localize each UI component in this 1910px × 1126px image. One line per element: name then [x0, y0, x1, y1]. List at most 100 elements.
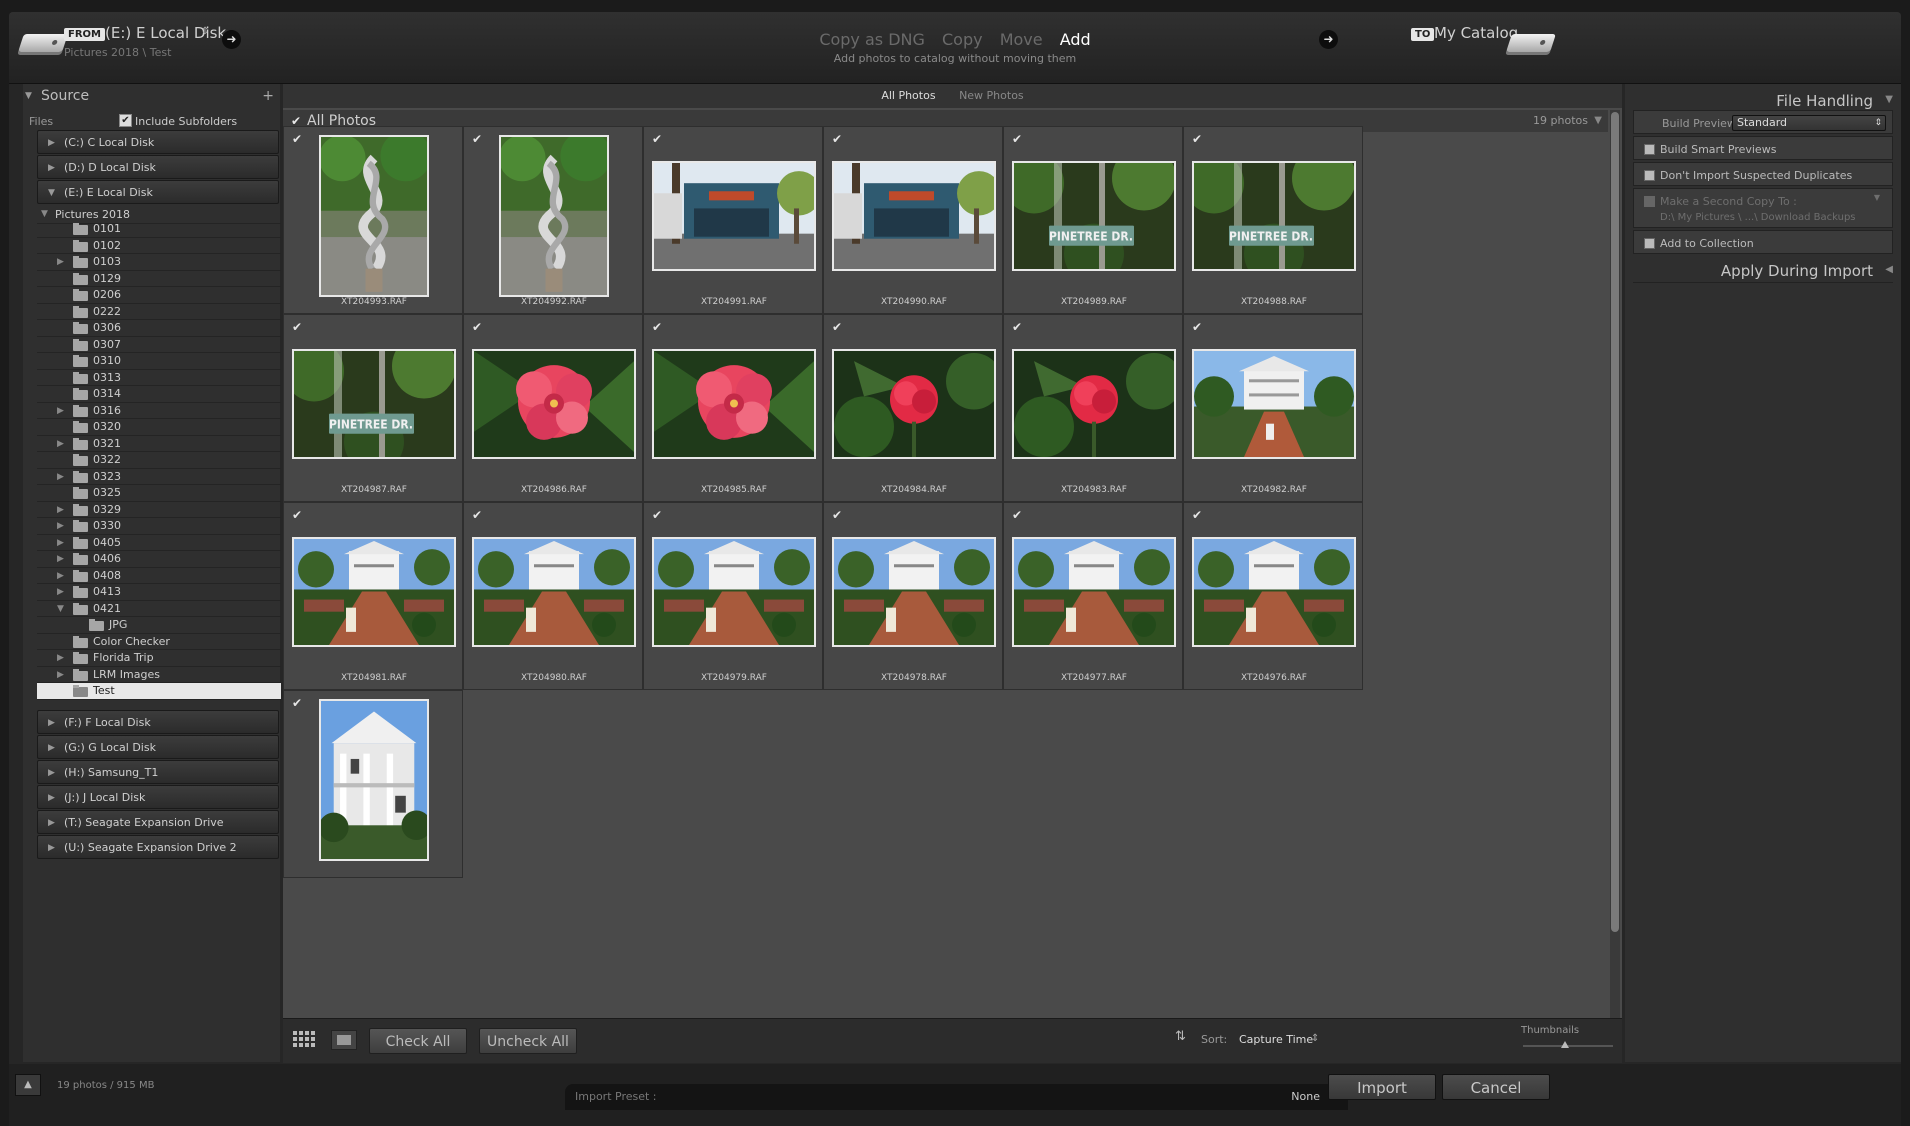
folder-item[interactable]: 0313: [37, 370, 281, 386]
collapsed-triangle-icon[interactable]: ▶: [48, 786, 55, 810]
photo-checkbox[interactable]: ✔: [652, 321, 665, 334]
photo-cell[interactable]: ✔: [283, 690, 463, 878]
folder-item[interactable]: ▶ 0408: [37, 568, 281, 584]
slider-handle[interactable]: [1561, 1041, 1569, 1048]
photo-cell[interactable]: ✔ XT204979.RAF: [643, 502, 823, 690]
apply-expand-icon[interactable]: ◀: [1885, 264, 1893, 275]
uncheck-all-button[interactable]: Uncheck All: [479, 1028, 577, 1054]
photo-thumbnail[interactable]: [832, 349, 996, 459]
photo-thumbnail[interactable]: [832, 537, 996, 647]
photo-cell[interactable]: ✔ XT204992.RAF: [463, 126, 643, 314]
photo-cell[interactable]: ✔ XT204984.RAF: [823, 314, 1003, 502]
to-destination[interactable]: My Catalog: [1434, 24, 1518, 42]
photo-cell[interactable]: ✔ XT204976.RAF: [1183, 502, 1363, 690]
folder-item[interactable]: ▶ Florida Trip: [37, 650, 281, 667]
folder-item[interactable]: 0306: [37, 320, 281, 337]
photo-checkbox[interactable]: ✔: [472, 509, 485, 522]
source-panel-header[interactable]: ▼ Source +: [23, 84, 280, 108]
photo-cell[interactable]: ✔ XT204980.RAF: [463, 502, 643, 690]
add-to-collection-checkbox[interactable]: [1644, 238, 1655, 249]
folder-item[interactable]: ▼ 0421: [37, 601, 281, 617]
photo-checkbox[interactable]: ✔: [832, 133, 845, 146]
tab-new-photos[interactable]: New Photos: [949, 89, 1034, 102]
build-smart-previews-checkbox[interactable]: [1644, 144, 1655, 155]
dont-import-duplicates-row[interactable]: Don't Import Suspected Duplicates: [1633, 162, 1893, 186]
build-smart-previews-row[interactable]: Build Smart Previews: [1633, 136, 1893, 160]
photo-thumbnail[interactable]: [1192, 537, 1356, 647]
collapsed-triangle-icon[interactable]: ▶: [57, 551, 64, 567]
import-button[interactable]: Import: [1328, 1074, 1436, 1100]
photo-checkbox[interactable]: ✔: [1012, 321, 1025, 334]
collapsed-triangle-icon[interactable]: ▶: [57, 502, 64, 518]
collapsed-triangle-icon[interactable]: ▶: [57, 403, 64, 419]
folder-item[interactable]: ▶ 0329: [37, 502, 281, 518]
destination-arrow-icon[interactable]: ➜: [1319, 30, 1338, 49]
collapsed-triangle-icon[interactable]: ▶: [57, 254, 64, 270]
collapsed-triangle-icon[interactable]: ▶: [48, 836, 55, 860]
photo-checkbox[interactable]: ✔: [832, 509, 845, 522]
folder-item[interactable]: 0325: [37, 485, 281, 502]
expanded-triangle-icon[interactable]: ▼: [48, 181, 55, 205]
collapsed-triangle-icon[interactable]: ▶: [48, 156, 55, 180]
photo-checkbox[interactable]: ✔: [1012, 509, 1025, 522]
cancel-button[interactable]: Cancel: [1442, 1074, 1550, 1100]
photo-cell[interactable]: ✔ XT204985.RAF: [643, 314, 823, 502]
photo-thumbnail[interactable]: [319, 135, 429, 297]
photo-thumbnail[interactable]: [1012, 537, 1176, 647]
source-drive[interactable]: ▶ (D:) D Local Disk: [37, 155, 279, 179]
photo-thumbnail[interactable]: PINETREE DR.: [292, 349, 456, 459]
check-all-button[interactable]: Check All: [369, 1028, 467, 1054]
photo-thumbnail[interactable]: [499, 135, 609, 297]
photo-cell[interactable]: ✔ PINETREE DR. XT204989.RAF: [1003, 126, 1183, 314]
source-drive[interactable]: ▶ (H:) Samsung_T1: [37, 759, 279, 784]
source-drive[interactable]: ▶ (G:) G Local Disk: [37, 734, 279, 760]
folder-item[interactable]: ▶ 0405: [37, 535, 281, 551]
photo-checkbox[interactable]: ✔: [1012, 133, 1025, 146]
photo-thumbnail[interactable]: [652, 349, 816, 459]
folder-item[interactable]: Test: [37, 683, 281, 700]
add-source-icon[interactable]: +: [262, 84, 274, 108]
photo-thumbnail[interactable]: PINETREE DR.: [1012, 161, 1176, 271]
loupe-view-icon[interactable]: [331, 1030, 357, 1050]
folder-item[interactable]: JPG: [37, 617, 281, 634]
photo-checkbox[interactable]: ✔: [472, 133, 485, 146]
expand-up-icon[interactable]: ▲: [15, 1074, 41, 1096]
photo-thumbnail[interactable]: [652, 537, 816, 647]
folder-item[interactable]: ▶ 0406: [37, 551, 281, 568]
collapsed-triangle-icon[interactable]: ▶: [57, 584, 64, 600]
photo-checkbox[interactable]: ✔: [1192, 321, 1205, 334]
folder-item[interactable]: 0102: [37, 238, 281, 254]
collapsed-triangle-icon[interactable]: ▶: [57, 667, 64, 683]
folder-item[interactable]: ▶ 0330: [37, 518, 281, 535]
file-handling-collapse-icon[interactable]: ▼: [1885, 94, 1893, 105]
collapsed-triangle-icon[interactable]: ▶: [48, 811, 55, 835]
photo-cell[interactable]: ✔ XT204981.RAF: [283, 502, 463, 690]
photo-thumbnail[interactable]: [472, 537, 636, 647]
photo-thumbnail[interactable]: [1012, 349, 1176, 459]
collapsed-triangle-icon[interactable]: ▶: [48, 131, 55, 155]
second-copy-row[interactable]: Make a Second Copy To : ▼ D:\ My Picture…: [1633, 188, 1893, 228]
mode-move[interactable]: Move: [1000, 30, 1043, 49]
collapsed-triangle-icon[interactable]: ▶: [48, 736, 55, 760]
sort-dropdown[interactable]: Capture Time: [1239, 1033, 1313, 1046]
source-drive[interactable]: ▶ (U:) Seagate Expansion Drive 2: [37, 834, 279, 860]
source-drive[interactable]: ▶ (J:) J Local Disk: [37, 784, 279, 810]
source-drive[interactable]: ▶ (F:) F Local Disk: [37, 709, 279, 734]
photo-thumbnail[interactable]: [1192, 349, 1356, 459]
photo-checkbox[interactable]: ✔: [292, 321, 305, 334]
sort-updown-icon[interactable]: ⇕: [1311, 1033, 1319, 1044]
photo-checkbox[interactable]: ✔: [472, 321, 485, 334]
folder-item[interactable]: 0129: [37, 271, 281, 287]
folder-item[interactable]: ▶ 0323: [37, 469, 281, 485]
photo-cell[interactable]: ✔ XT204993.RAF: [283, 126, 463, 314]
photo-cell[interactable]: ✔ PINETREE DR. XT204988.RAF: [1183, 126, 1363, 314]
photo-thumbnail[interactable]: [652, 161, 816, 271]
photo-thumbnail[interactable]: PINETREE DR.: [1192, 161, 1356, 271]
folder-item[interactable]: ▶ 0316: [37, 403, 281, 419]
photo-checkbox[interactable]: ✔: [652, 133, 665, 146]
folder-item[interactable]: 0320: [37, 419, 281, 436]
folder-item[interactable]: 0314: [37, 386, 281, 403]
mode-copy[interactable]: Copy: [942, 30, 983, 49]
folder-item[interactable]: ▶ 0413: [37, 584, 281, 601]
photo-checkbox[interactable]: ✔: [292, 133, 305, 146]
